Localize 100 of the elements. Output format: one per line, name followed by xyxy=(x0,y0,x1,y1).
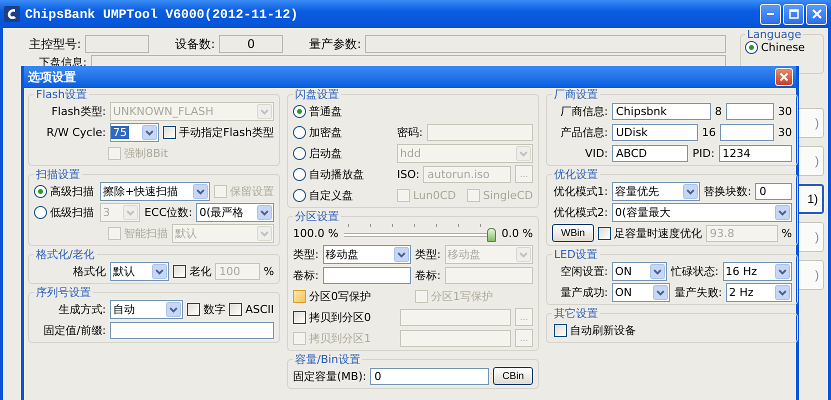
dropdown[interactable]: 2 Hz xyxy=(726,282,792,302)
text-field[interactable]: 1234 xyxy=(718,144,792,162)
field-label: 固定容量(MB): xyxy=(293,368,366,384)
dropdown[interactable]: ON xyxy=(612,282,670,302)
close-icon xyxy=(779,72,789,82)
window-title: ChipsBank UMPTool V6000(2012-11-12) xyxy=(25,6,300,22)
text-field[interactable] xyxy=(365,35,726,53)
field-label: 类型: xyxy=(415,246,441,262)
field-label: 量产失败: xyxy=(674,284,722,300)
text-field[interactable]: Chipsbnk xyxy=(612,102,711,120)
text-field[interactable]: 0 xyxy=(219,35,284,53)
group-title: 厂商设置 xyxy=(553,88,599,101)
dropdown[interactable]: 容量优先 xyxy=(612,182,700,200)
field-label: 30 xyxy=(778,104,792,118)
app-icon xyxy=(4,6,20,22)
field-label: 卷标: xyxy=(293,268,319,282)
text-field[interactable] xyxy=(720,124,774,140)
dropdown[interactable]: 默认 xyxy=(110,262,170,280)
field-label: Flash类型: xyxy=(50,104,106,118)
radio-button[interactable]: 加密盘 xyxy=(293,124,393,140)
radio-button[interactable]: 自定义盘 xyxy=(293,188,393,202)
checkbox[interactable]: 足容量时速度优化 xyxy=(598,226,702,240)
dialog-title: 选项设置 xyxy=(28,68,76,86)
text-field[interactable]: UDisk xyxy=(612,124,698,140)
field-label: 8 xyxy=(714,104,722,118)
close-icon xyxy=(810,8,822,20)
dropdown[interactable]: ON xyxy=(612,262,667,280)
field-label: 量产成功: xyxy=(559,284,608,300)
field-label: 主控型号: xyxy=(29,36,82,52)
button[interactable]: WBin xyxy=(552,224,594,242)
field-label: 100.0 % xyxy=(293,226,338,240)
group-title: LED设置 xyxy=(553,248,599,261)
radio-button[interactable]: 普通盘 xyxy=(293,104,393,118)
field-label: 空闲设置: xyxy=(559,264,608,278)
group-title: Language xyxy=(746,28,802,41)
field-label: % xyxy=(782,226,792,240)
maximize-icon xyxy=(788,8,800,20)
field-label: 类型: xyxy=(293,246,319,262)
text-field[interactable] xyxy=(726,102,774,120)
field-label: % xyxy=(264,264,274,278)
field-label: 产品信息: xyxy=(559,124,608,140)
field-label: 30 xyxy=(778,126,792,138)
checkbox[interactable]: 分区0写保护 xyxy=(293,288,411,304)
field-label: 替换块数: xyxy=(704,184,752,198)
slider-thumb[interactable] xyxy=(486,228,496,242)
minimize-icon xyxy=(767,13,774,15)
radio-button[interactable]: 低级扫描 xyxy=(34,204,96,220)
field-label: ECC位数: xyxy=(144,204,192,220)
field-label: 16 xyxy=(702,126,716,138)
radio-button[interactable]: 自动播放盘 xyxy=(293,166,393,182)
close-button[interactable] xyxy=(775,68,793,86)
dropdown[interactable]: 移动盘 xyxy=(322,244,411,264)
dropdown[interactable]: 自动 xyxy=(110,300,184,318)
field-label: 设备数: xyxy=(175,36,216,52)
field-label: 0.0 % xyxy=(502,226,533,240)
field-label: 卷标: xyxy=(415,268,441,282)
group-title: 其它设置 xyxy=(553,307,599,320)
text-field[interactable] xyxy=(85,35,150,53)
field-label: 格式化 xyxy=(72,264,106,278)
dropdown[interactable]: 0(容量最大 xyxy=(612,202,792,222)
group-title: 闪盘设置 xyxy=(294,88,340,101)
dropdown[interactable]: 16 Hz xyxy=(722,262,792,280)
group-title: 序列号设置 xyxy=(35,286,92,299)
radio-button[interactable]: 高级扫描 xyxy=(34,184,96,198)
field-label: PID: xyxy=(692,146,715,160)
close-button[interactable] xyxy=(806,4,827,24)
field-label: 优化模式1: xyxy=(552,184,608,198)
field-label: ISO: xyxy=(397,168,420,180)
text-field[interactable] xyxy=(110,322,274,338)
checkbox[interactable]: 自动刷新设备 xyxy=(554,322,636,338)
dropdown[interactable]: 擦除+快速扫描 xyxy=(100,182,210,200)
text-field[interactable]: ABCD xyxy=(612,144,688,162)
group-title: 容量/Bin设置 xyxy=(294,353,362,366)
field-label: 生成方式: xyxy=(57,302,106,316)
field-label: 密码: xyxy=(397,124,423,140)
dropdown[interactable]: 75 xyxy=(110,122,160,142)
group-title: 优化设置 xyxy=(553,168,599,181)
text-field[interactable]: 0 xyxy=(370,368,490,384)
field-label: 优化模式2: xyxy=(552,204,608,220)
checkbox[interactable]: 老化 xyxy=(173,264,212,278)
checkbox[interactable]: 手动指定Flash类型 xyxy=(163,124,274,140)
group-title: Flash设置 xyxy=(35,88,88,101)
checkbox[interactable]: ASCII xyxy=(229,302,274,316)
checkbox[interactable]: 拷贝到分区0 xyxy=(293,310,396,324)
field-label: R/W Cycle: xyxy=(46,126,106,138)
group-title: 格式化/老化 xyxy=(35,248,96,261)
text-field[interactable] xyxy=(322,266,411,284)
field-label: 厂商信息: xyxy=(559,104,608,118)
group-title: 扫描设置 xyxy=(35,168,81,181)
field-label: 固定值/前缀: xyxy=(42,322,106,338)
maximize-button[interactable] xyxy=(783,4,804,24)
dropdown[interactable]: 0(最严格 xyxy=(196,202,274,222)
minimize-button[interactable] xyxy=(760,4,781,24)
text-field[interactable]: 0 xyxy=(755,182,792,200)
radio-button[interactable]: Chinese xyxy=(745,41,805,54)
field-label: 量产参数: xyxy=(309,36,362,52)
checkbox[interactable]: 数字 xyxy=(187,302,226,316)
radio-button[interactable]: 启动盘 xyxy=(293,146,393,160)
field-label: 忙碌状态: xyxy=(670,264,719,278)
button[interactable]: CBin xyxy=(493,367,533,385)
